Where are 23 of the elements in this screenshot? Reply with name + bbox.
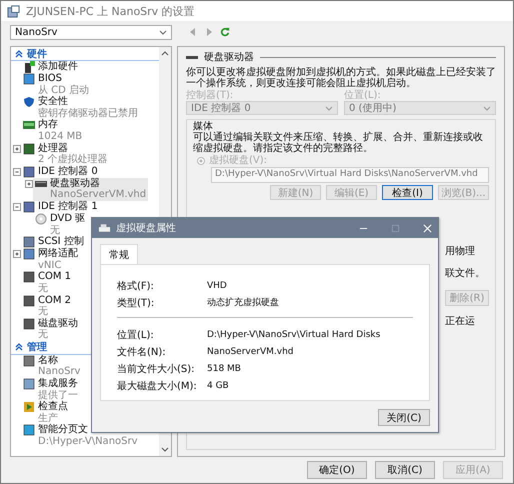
property-label: 当前文件大小(S): bbox=[117, 362, 196, 376]
group-title: 媒体 bbox=[193, 121, 213, 132]
property-value: VHD bbox=[207, 280, 227, 290]
dialog-title: 虚拟硬盘属性 bbox=[116, 222, 176, 235]
property-value: NanoServerVM.vhd bbox=[207, 346, 294, 356]
property-label: 类型(T): bbox=[117, 296, 156, 310]
property-label: 格式(F): bbox=[117, 280, 155, 292]
property-value: 518 MB bbox=[207, 364, 241, 374]
description-text: 可以通过编辑关联文件来压缩、转换、扩展、合并、重新连接或收缩虚拟硬盘。请指定该文件的完整路径。 bbox=[193, 132, 484, 154]
field-label: 控制器(T): bbox=[186, 90, 234, 101]
section-title: 硬盘驱动器 bbox=[204, 51, 254, 64]
property-label: 文件名(N): bbox=[117, 346, 167, 358]
property-label: 最大磁盘大小(M): bbox=[117, 380, 198, 392]
description-text: 你可以更改将虚拟硬盘附加到虚拟机的方式。如果此磁盘上已经安装了一个操作系统，则更改连接可能会阻止虚拟机启动。 bbox=[186, 67, 496, 89]
property-value: 动态扩充虚拟硬盘 bbox=[207, 296, 279, 309]
partial-text: 用物理 bbox=[445, 246, 476, 258]
window-title: ZJUNSEN-PC 上 NanoSrv 的设置 bbox=[26, 4, 195, 18]
property-label: 位置(L): bbox=[117, 328, 155, 342]
partial-text: 联文件。 bbox=[445, 268, 486, 280]
partial-text: 正在运 bbox=[445, 316, 476, 328]
property-value: 4 GB bbox=[207, 380, 229, 390]
property-value: D:\Hyper-V\NanoSrv\Virtual Hard Disks bbox=[207, 330, 380, 340]
field-label: 位置(L): bbox=[344, 90, 382, 101]
